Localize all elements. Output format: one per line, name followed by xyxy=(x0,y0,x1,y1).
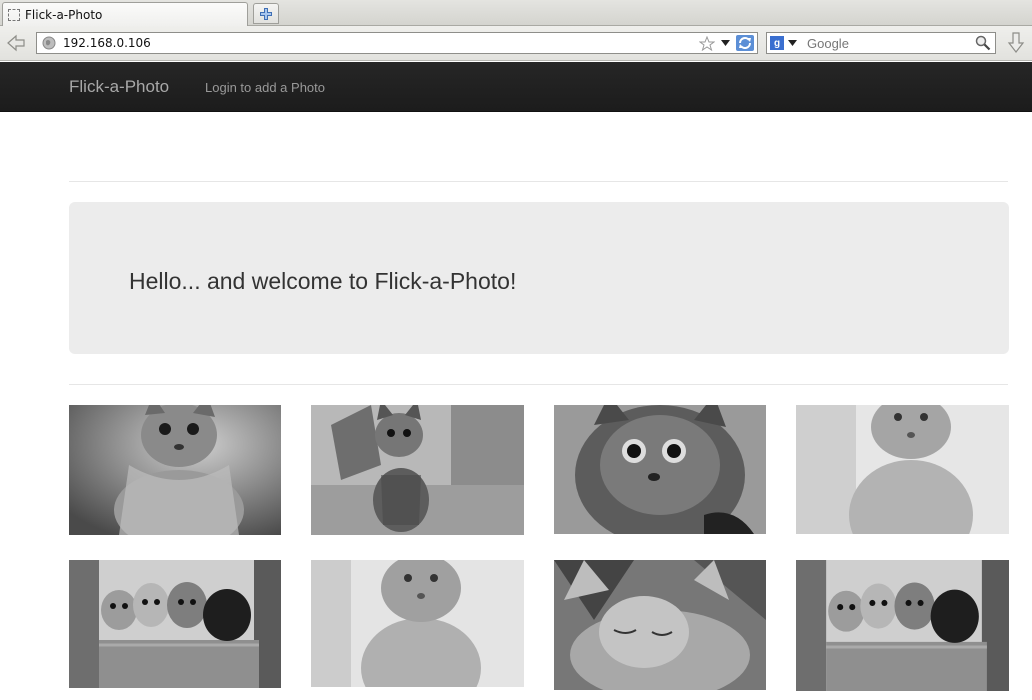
download-icon xyxy=(1007,32,1025,53)
divider-bottom xyxy=(69,384,1008,385)
back-arrow-icon xyxy=(7,34,25,52)
kitten-image xyxy=(796,560,1009,691)
globe-icon xyxy=(42,36,56,50)
search-engine-dropdown-icon[interactable] xyxy=(788,40,797,46)
kitten-image xyxy=(311,405,524,535)
kitten-photo-5[interactable] xyxy=(69,560,281,688)
kitten-photo-2[interactable] xyxy=(311,405,524,535)
kitten-photo-7[interactable] xyxy=(554,560,766,690)
new-tab-icon xyxy=(260,7,272,20)
kitten-photo-8[interactable] xyxy=(796,560,1009,691)
magnifier-icon[interactable] xyxy=(975,35,991,51)
browser-tab-bar: Flick-a-Photo xyxy=(0,0,1032,26)
kitten-image xyxy=(69,560,281,688)
kitten-photo-6[interactable] xyxy=(311,560,524,687)
download-button[interactable] xyxy=(1004,31,1028,55)
login-link[interactable]: Login to add a Photo xyxy=(205,80,325,95)
search-input[interactable]: Google xyxy=(807,36,975,51)
browser-tab[interactable]: Flick-a-Photo xyxy=(2,2,248,26)
kitten-photo-4[interactable] xyxy=(796,405,1009,534)
kitten-image xyxy=(69,405,281,535)
bookmark-star-icon[interactable] xyxy=(699,35,715,51)
tab-title: Flick-a-Photo xyxy=(25,7,103,22)
search-engine-icon[interactable]: g xyxy=(770,36,784,50)
dropdown-arrow-icon[interactable] xyxy=(721,40,730,46)
kitten-image xyxy=(554,405,766,534)
new-tab-button[interactable] xyxy=(253,3,279,24)
site-brand[interactable]: Flick-a-Photo xyxy=(69,77,169,97)
kitten-image xyxy=(311,560,524,687)
back-button[interactable] xyxy=(4,32,30,54)
divider-top xyxy=(69,181,1008,182)
url-bar[interactable]: 192.168.0.106 xyxy=(36,32,758,54)
kitten-photo-1[interactable] xyxy=(69,405,281,535)
kitten-image xyxy=(554,560,766,690)
search-bar[interactable]: g Google xyxy=(766,32,996,54)
reload-icon[interactable] xyxy=(736,35,754,51)
url-text: 192.168.0.106 xyxy=(63,36,151,50)
welcome-heading: Hello... and welcome to Flick-a-Photo! xyxy=(129,268,517,294)
site-navbar: Flick-a-Photo Login to add a Photo xyxy=(0,62,1032,112)
kitten-image xyxy=(796,405,1009,534)
browser-toolbar: 192.168.0.106 g Google xyxy=(0,26,1032,61)
hero-unit: Hello... and welcome to Flick-a-Photo! xyxy=(69,202,1009,354)
kitten-photo-3[interactable] xyxy=(554,405,766,534)
page-favicon-icon xyxy=(8,8,20,21)
